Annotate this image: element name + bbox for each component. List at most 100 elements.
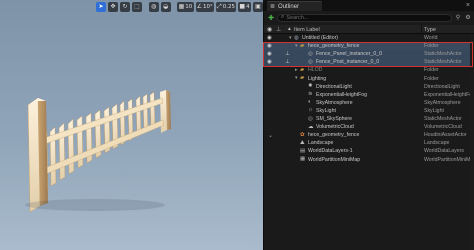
camera-speed-button[interactable]: ■ 4: [237, 1, 251, 12]
select-mode-button[interactable]: ➤: [96, 1, 106, 12]
tree-row-folder[interactable]: ▾ ▰ Lighting Folder: [264, 74, 474, 82]
data-layers-icon: ▤: [300, 147, 306, 154]
tree-row-actor[interactable]: ✸ DirectionalLight DirectionalLight: [264, 83, 474, 91]
scale-snap-icon: ⤢: [216, 2, 222, 10]
row-type: StaticMeshActor: [424, 59, 462, 66]
tree-row-actor[interactable]: ☁ VolumetricCloud VolumetricCloud: [264, 123, 474, 131]
fog-icon: ≋: [308, 91, 313, 98]
pin-icon[interactable]: ⊥: [285, 59, 290, 65]
rotation-snap-value: 10°: [203, 3, 213, 10]
static-mesh-icon: ◎: [308, 115, 313, 122]
visibility-eye-icon[interactable]: ◉: [267, 35, 272, 41]
rotate-mode-button[interactable]: ↻: [120, 1, 130, 12]
folder-open-icon: ▰: [300, 75, 305, 82]
minimap-icon: ▦: [300, 156, 306, 162]
tab-outliner[interactable]: ≣ Outliner: [267, 1, 322, 11]
search-icon: ⌕: [281, 14, 285, 20]
collapse-arrow-icon[interactable]: ▸: [295, 67, 298, 73]
chevron-down-icon[interactable]: ⌄: [268, 132, 273, 139]
expand-arrow-icon[interactable]: ▾: [295, 75, 298, 81]
row-type: World: [424, 35, 438, 42]
row-type: StaticMeshActor: [424, 51, 462, 58]
grid-snap-value: 10: [185, 3, 193, 10]
pin-column-icon[interactable]: ⊥: [276, 26, 281, 33]
visibility-eye-icon[interactable]: ◉: [267, 43, 272, 49]
pin-icon[interactable]: ⊥: [285, 51, 290, 57]
directional-light-icon: ✸: [308, 83, 313, 90]
scale-mode-button[interactable]: ⬚: [132, 1, 142, 12]
tree-row-actor[interactable]: ⛰ Landscape Landscape: [264, 139, 474, 147]
viewport-toolbar: ➤ ✥ ↻ ⬚ ◍ ◒ ▦ 10 ∠ 10° ⤢ 0.25 ■ 4 ▣: [96, 1, 263, 12]
camera-icon: ■: [239, 2, 246, 10]
tree-row-world[interactable]: ◉ ▾ ◍ Untitled (Editor) World: [264, 34, 474, 42]
row-label: Untitled (Editor): [302, 35, 339, 42]
row-type: Folder: [424, 67, 439, 74]
row-type: WorldPartitionMiniMa: [424, 156, 474, 163]
row-type: DirectionalLight: [424, 83, 460, 90]
move-icon: ✥: [110, 2, 116, 10]
search-placeholder: Search...: [286, 14, 309, 21]
sort-arrow-icon[interactable]: ▴: [288, 26, 291, 32]
row-type: Folder: [424, 75, 439, 82]
add-actor-icon[interactable]: ✚: [267, 14, 275, 22]
tree-row-folder[interactable]: ▸ ▰ HLOD Folder: [264, 66, 474, 74]
tree-row-actor[interactable]: ◎ SM_SkySphere StaticMeshActor: [264, 115, 474, 123]
settings-icon[interactable]: ⚙: [464, 14, 472, 21]
grid-snap-button[interactable]: ▦ 10: [177, 1, 194, 12]
row-label: Lighting: [308, 75, 327, 82]
static-mesh-icon: ◎: [308, 58, 313, 65]
fence-mesh[interactable]: [0, 0, 263, 250]
folder-open-icon: ▰: [300, 42, 305, 49]
row-type: Folder: [424, 43, 439, 50]
rotation-snap-button[interactable]: ∠ 10°: [195, 1, 214, 12]
visibility-column-icon[interactable]: ◉: [267, 26, 272, 33]
globe-icon: ◍: [151, 2, 157, 10]
grid-icon: ▦: [178, 2, 185, 10]
item-label-column-header[interactable]: Item Label: [294, 27, 320, 33]
surface-snap-toggle[interactable]: ◒: [160, 1, 171, 12]
visibility-eye-icon[interactable]: ◉: [267, 59, 272, 65]
row-label: ExponentialHeightFog: [316, 91, 368, 98]
rotate-icon: ↻: [122, 2, 128, 10]
atmosphere-icon: ◐: [308, 99, 312, 106]
cloud-icon: ☁: [308, 123, 314, 130]
tree-row-actor-selected[interactable]: ◉ ⊥ ◎ Fence_Post_instancer_0_0 StaticMes…: [264, 58, 474, 67]
type-column-header[interactable]: Type: [424, 27, 436, 33]
row-label: HLOD: [308, 67, 323, 74]
tree-row-actor[interactable]: ☼ SkyLight SkyLight: [264, 107, 474, 115]
level-viewport[interactable]: ➤ ✥ ↻ ⬚ ◍ ◒ ▦ 10 ∠ 10° ⤢ 0.25 ■ 4 ▣: [0, 0, 263, 250]
visibility-eye-icon[interactable]: ◉: [267, 51, 272, 57]
tree-row-actor[interactable]: ◐ SkyAtmosphere SkyAtmosphere: [264, 99, 474, 107]
world-local-toggle[interactable]: ◍: [148, 1, 159, 12]
close-icon[interactable]: ×: [466, 1, 470, 11]
row-type: VolumetricCloud: [424, 124, 462, 131]
row-label: Fence_Post_instancer_0_0: [316, 59, 380, 66]
translate-mode-button[interactable]: ✥: [108, 1, 118, 12]
camera-speed-value: 4: [246, 3, 250, 10]
tree-row-actor[interactable]: ▦ WorldPartitionMiniMap WorldPartitionMi…: [264, 155, 474, 163]
tab-outliner-label: Outliner: [278, 3, 300, 10]
tree-row-actor[interactable]: ▤ WorldDataLayers-1 WorldDataLayers: [264, 147, 474, 155]
sky-light-icon: ☼: [308, 107, 314, 114]
expand-arrow-icon[interactable]: ▾: [289, 35, 292, 41]
outliner-tree: ◉ ▾ ◍ Untitled (Editor) World ◉ ▾ ▰ hece…: [264, 34, 474, 164]
outliner-scrollbar[interactable]: [470, 34, 474, 250]
filter-icon[interactable]: ⚲: [454, 14, 462, 21]
row-label: SM_SkySphere: [316, 116, 353, 123]
outliner-search-row: ✚ ⌕ Search... ⚲ ⚙: [264, 13, 474, 22]
row-type: StaticMeshActor: [424, 116, 462, 123]
folder-icon: ▰: [300, 66, 305, 73]
row-type: SkyLight: [424, 107, 444, 114]
tree-row-folder[interactable]: ◉ ▾ ▰ hece_geometry_fence Folder: [264, 42, 474, 51]
scale-snap-button[interactable]: ⤢ 0.25: [215, 1, 236, 12]
row-label: hece_geometry_fence: [308, 132, 360, 139]
tree-row-actor[interactable]: ≋ ExponentialHeightFog ExponentialHeight…: [264, 91, 474, 99]
outliner-tab-bar: ≣ Outliner ×: [264, 0, 474, 11]
search-input[interactable]: ⌕ Search...: [277, 13, 452, 22]
expand-arrow-icon[interactable]: ▾: [295, 43, 298, 49]
viewport-layout-button[interactable]: ▣: [253, 1, 263, 12]
outliner-icon: ≣: [270, 4, 276, 10]
tree-row-actor[interactable]: ⌄ ✿ hece_geometry_fence HoudiniAssetActo…: [264, 131, 474, 139]
tree-row-actor-selected[interactable]: ◉ ⊥ ◎ Fence_Panel_instancer_0_0 StaticMe…: [264, 50, 474, 59]
outliner-column-header: ◉ ⊥ ▴ Item Label Type: [264, 25, 474, 34]
